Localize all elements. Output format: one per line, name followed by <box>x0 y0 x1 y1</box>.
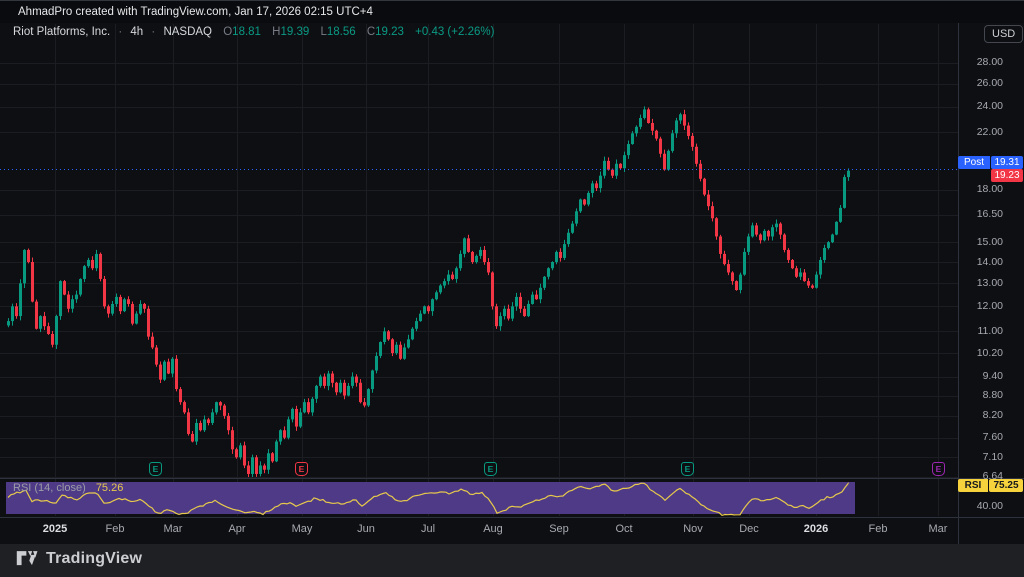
time-tick-label: Oct <box>602 523 646 535</box>
price-tick-label: 9.40 <box>958 370 1014 382</box>
close-label: C <box>367 26 375 38</box>
symbol-exchange[interactable]: NASDAQ <box>163 26 212 38</box>
low-value: 18.56 <box>327 26 356 38</box>
tradingview-logo-icon <box>16 550 39 568</box>
rsi-level-label: 40.00 <box>958 500 1014 512</box>
price-tick-label: 15.00 <box>958 236 1014 248</box>
symbol-title[interactable]: Riot Platforms, Inc. <box>13 26 110 38</box>
time-tick-label: Dec <box>727 523 771 535</box>
time-tick-label: Jun <box>344 523 388 535</box>
price-tick-label: 28.00 <box>958 56 1014 68</box>
time-tick-label: 2026 <box>794 523 838 535</box>
rsi-axis-badge: RSI <box>958 479 988 492</box>
rsi-legend-title[interactable]: RSI (14, close) <box>13 482 86 494</box>
price-tick-label: 24.00 <box>958 100 1014 112</box>
chart-canvas[interactable] <box>0 1 1024 577</box>
currency-button[interactable]: USD <box>984 25 1023 43</box>
price-tick-label: 14.00 <box>958 256 1014 268</box>
price-tick-label: 12.00 <box>958 300 1014 312</box>
price-tick-label: 18.00 <box>958 183 1014 195</box>
price-tick-label: 8.20 <box>958 409 1014 421</box>
price-tick-label: 16.50 <box>958 208 1014 220</box>
time-tick-label: Apr <box>215 523 259 535</box>
price-tick-label: 11.00 <box>958 325 1014 337</box>
open-value: 18.81 <box>232 26 261 38</box>
time-tick-label: Aug <box>471 523 515 535</box>
legend-separator: · <box>118 26 122 38</box>
price-tick-label: 8.80 <box>958 389 1014 401</box>
symbol-legend[interactable]: Riot Platforms, Inc. · 4h · NASDAQ O18.8… <box>13 26 494 38</box>
price-tick-label: 7.60 <box>958 431 1014 443</box>
time-tick-label: Feb <box>856 523 900 535</box>
price-tick-label: 10.20 <box>958 347 1014 359</box>
tradingview-logo-text: TradingView <box>46 550 142 568</box>
tradingview-logo[interactable]: TradingView <box>16 550 142 568</box>
rsi-legend[interactable]: RSI (14, close) 75.26 <box>13 482 123 494</box>
close-value: 19.23 <box>375 26 404 38</box>
time-tick-label: 2025 <box>33 523 77 535</box>
legend-separator: · <box>151 26 155 38</box>
time-tick-label: Nov <box>671 523 715 535</box>
time-tick-label: Feb <box>93 523 137 535</box>
rsi-legend-value: 75.26 <box>96 482 124 494</box>
high-value: 19.39 <box>280 26 309 38</box>
time-tick-label: Mar <box>151 523 195 535</box>
time-tick-label: Jul <box>406 523 450 535</box>
attribution-bar: AhmadPro created with TradingView.com, J… <box>0 1 1024 23</box>
rsi-axis-value-badge: 75.25 <box>989 479 1023 492</box>
post-session-badge: Post <box>958 156 990 169</box>
price-tick-label: 13.00 <box>958 277 1014 289</box>
earnings-icon[interactable]: E <box>932 462 945 476</box>
earnings-icon[interactable]: E <box>149 462 162 476</box>
price-tick-label: 22.00 <box>958 126 1014 138</box>
earnings-icon[interactable]: E <box>484 462 497 476</box>
change-value: +0.43 (+2.26%) <box>415 26 494 38</box>
footer-bar: TradingView <box>0 544 1024 577</box>
earnings-icon[interactable]: E <box>681 462 694 476</box>
time-tick-label: May <box>280 523 324 535</box>
tradingview-chart-window: AhmadPro created with TradingView.com, J… <box>0 0 1024 577</box>
time-tick-label: Sep <box>537 523 581 535</box>
post-price-value-badge: 19.31 <box>991 156 1023 169</box>
earnings-icon[interactable]: E <box>295 462 308 476</box>
time-tick-label: Mar <box>916 523 960 535</box>
price-tick-label: 26.00 <box>958 77 1014 89</box>
price-tick-label: 7.10 <box>958 451 1014 463</box>
last-price-badge: 19.23 <box>991 169 1023 182</box>
open-label: O <box>223 26 232 38</box>
symbol-interval[interactable]: 4h <box>130 26 143 38</box>
